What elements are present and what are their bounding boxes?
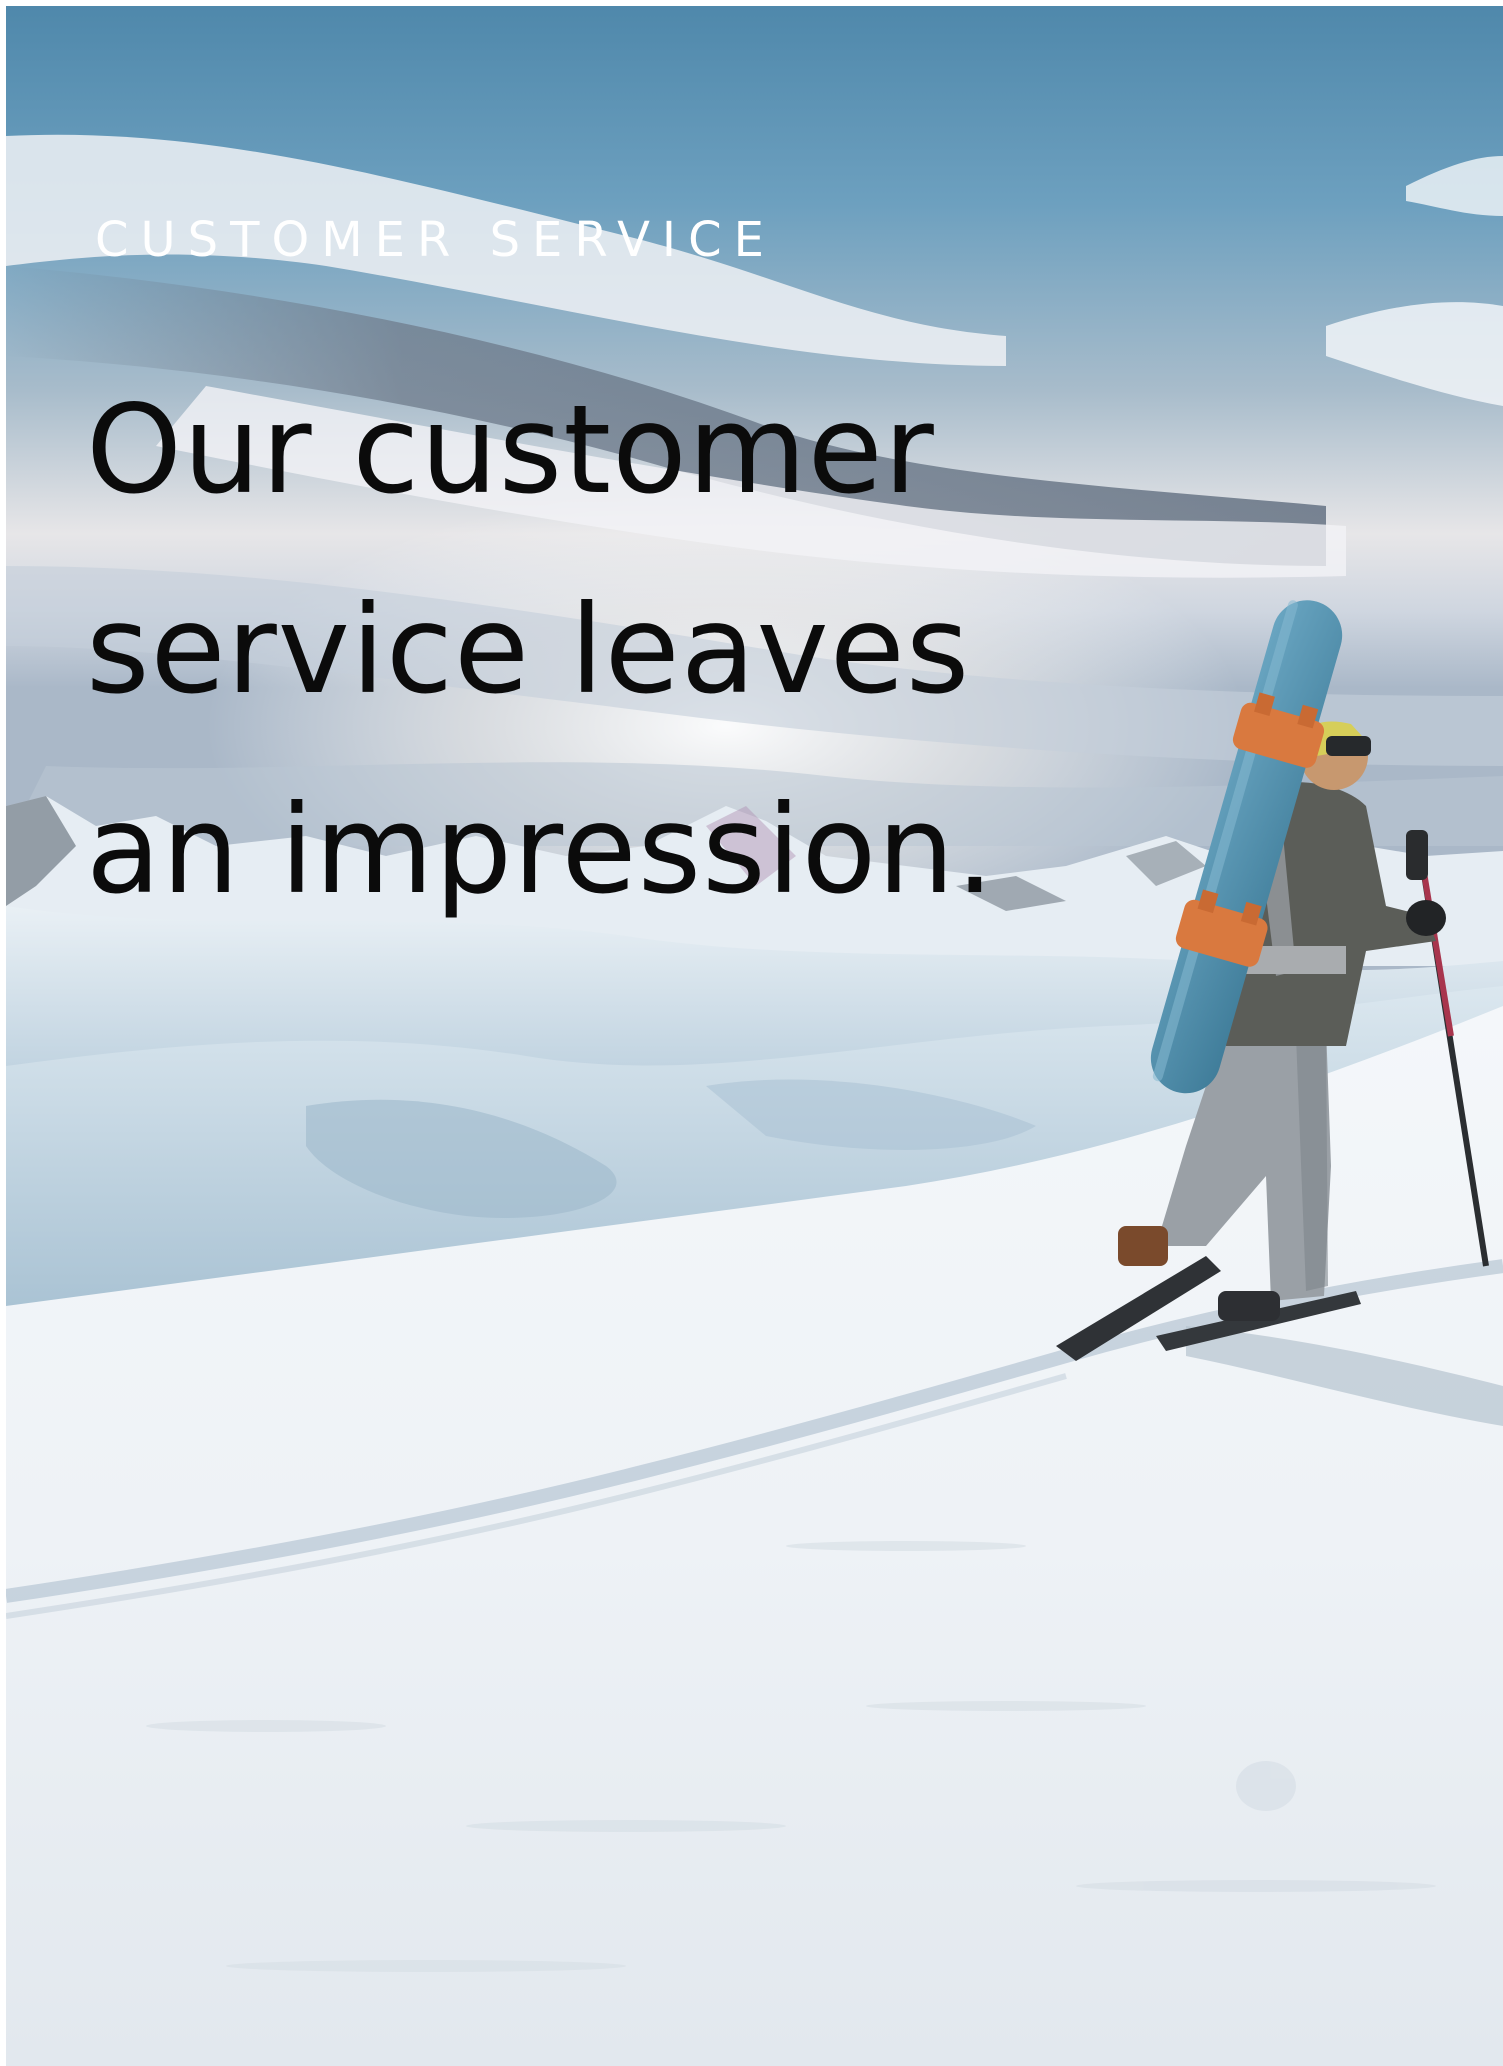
section-eyebrow-label: CUSTOMER SERVICE	[95, 212, 776, 268]
page: CUSTOMER SERVICE Our customer service le…	[0, 0, 1503, 2066]
headline-line-3: an impression.	[86, 779, 996, 921]
headline-line-2: service leaves	[86, 579, 971, 721]
background-photo	[6, 6, 1503, 2066]
headline: Our customer service leaves an impressio…	[86, 350, 995, 950]
headline-line-1: Our customer	[86, 379, 935, 521]
snow-scene-illustration	[6, 6, 1503, 2066]
